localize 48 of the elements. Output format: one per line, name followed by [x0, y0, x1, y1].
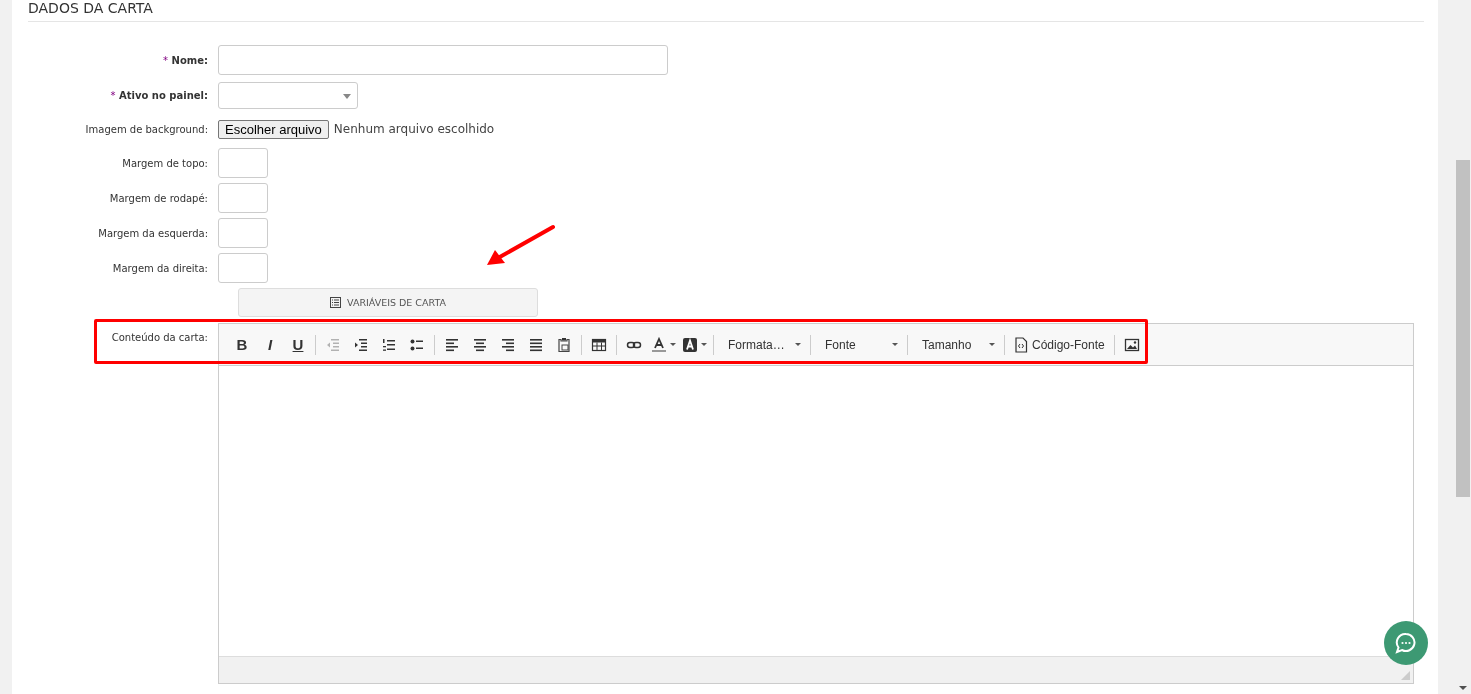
margin-input[interactable]: [218, 183, 268, 213]
name-input[interactable]: [218, 45, 668, 75]
dropdown[interactable]: Tamanho: [911, 331, 1001, 358]
caret-icon: [892, 343, 898, 346]
field-label: Margem de rodapé:: [108, 192, 208, 204]
select-field[interactable]: [218, 82, 358, 109]
dropdown[interactable]: Formata…: [717, 331, 807, 358]
field-label: * Nome:: [162, 54, 208, 66]
align-right-icon: [500, 336, 516, 353]
field-label: Imagem de background:: [84, 123, 208, 135]
clipboard-icon: [556, 336, 572, 353]
font-color-icon: [651, 336, 667, 353]
annotation-arrow: [487, 225, 555, 265]
margin-input[interactable]: [218, 253, 268, 283]
format-button[interactable]: U: [284, 331, 312, 358]
highlight-icon: [682, 336, 698, 353]
table-icon: [591, 336, 607, 353]
align-center-icon: [472, 336, 488, 353]
justify-icon: [528, 336, 544, 353]
format-button[interactable]: B: [228, 331, 256, 358]
field-label: Margem da direita:: [111, 262, 208, 274]
file-status: Nenhum arquivo escolhido: [333, 122, 495, 136]
caret-icon: [989, 343, 995, 346]
caret-icon: [670, 343, 676, 346]
margin-input[interactable]: [218, 218, 268, 248]
image-icon: [1123, 336, 1140, 353]
code-file-icon: [1014, 336, 1028, 353]
caret-icon: [795, 343, 801, 346]
source-code-button[interactable]: Código-Fonte: [1008, 331, 1111, 358]
list-icon: [330, 297, 341, 308]
choose-file-button[interactable]: Escolher arquivo: [218, 119, 329, 139]
dropdown[interactable]: Fonte: [814, 331, 904, 358]
margin-input[interactable]: [218, 148, 268, 178]
numbered-list-icon: [381, 336, 397, 353]
indent-icon: [353, 336, 369, 353]
align-left-icon: [444, 336, 460, 353]
field-label: Margem da esquerda:: [97, 227, 208, 239]
format-button[interactable]: I: [256, 331, 284, 358]
section-title: DADOS DA CARTA: [28, 0, 1424, 22]
field-label: Conteúdo da carta:: [110, 332, 208, 343]
outdent-icon: [325, 336, 341, 353]
caret-icon: [343, 94, 351, 99]
field-label: * Ativo no painel:: [109, 90, 208, 101]
chat-icon: [1395, 632, 1417, 654]
caret-icon: [701, 343, 707, 346]
variables-button[interactable]: VARIÁVEIS DE CARTA: [238, 288, 538, 317]
field-label: Margem de topo:: [121, 157, 208, 169]
scroll-down-icon[interactable]: [1459, 686, 1467, 690]
